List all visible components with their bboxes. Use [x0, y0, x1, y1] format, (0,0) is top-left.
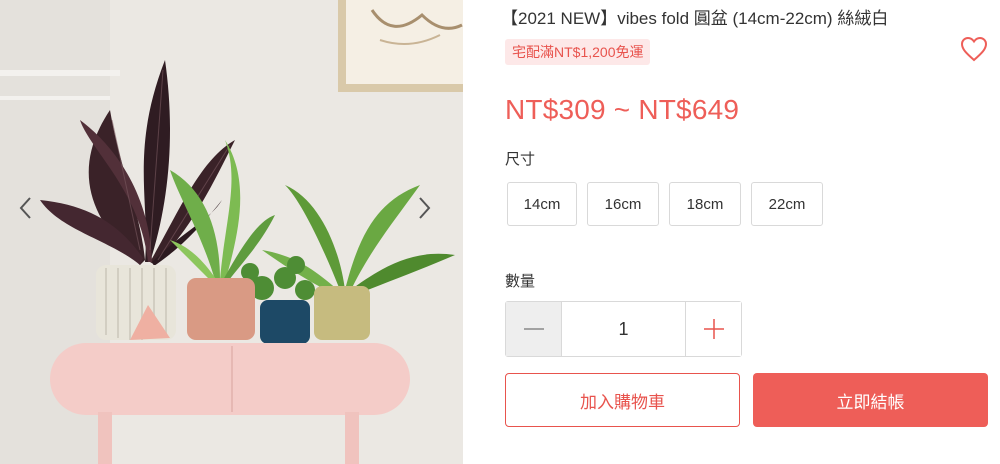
buy-now-button[interactable]: 立即結帳	[753, 373, 988, 427]
product-image-gallery	[0, 0, 463, 464]
size-option-22cm[interactable]: 22cm	[751, 182, 823, 226]
product-photo	[0, 0, 463, 464]
favorite-button[interactable]	[960, 36, 988, 62]
quantity-increase-button[interactable]	[685, 302, 741, 356]
size-option-18cm[interactable]: 18cm	[669, 182, 741, 226]
size-label: 尺寸	[505, 151, 536, 168]
chevron-left-icon	[19, 197, 31, 219]
product-title: 【2021 NEW】vibes fold 圓盆 (14cm-22cm) 絲絨白	[501, 9, 889, 28]
heart-icon	[960, 36, 988, 62]
quantity-label: 數量	[505, 273, 536, 290]
shipping-badge: 宅配滿NT$1,200免運	[505, 39, 651, 65]
gallery-prev-button[interactable]	[18, 196, 48, 240]
quantity-stepper: 1	[505, 301, 742, 357]
size-option-16cm[interactable]: 16cm	[587, 182, 659, 226]
quantity-value[interactable]: 1	[562, 302, 685, 356]
product-price: NT$309 ~ NT$649	[505, 94, 740, 125]
size-option-14cm[interactable]: 14cm	[507, 182, 577, 226]
product-info-panel: 【2021 NEW】vibes fold 圓盆 (14cm-22cm) 絲絨白 …	[463, 0, 1000, 464]
chevron-right-icon	[419, 197, 431, 219]
minus-icon	[523, 328, 544, 330]
gallery-next-button[interactable]	[418, 196, 448, 240]
quantity-decrease-button[interactable]	[506, 302, 562, 356]
plus-icon	[703, 319, 724, 339]
add-to-cart-button[interactable]: 加入購物車	[505, 373, 740, 427]
size-options: 14cm 16cm 18cm 22cm	[507, 182, 823, 226]
